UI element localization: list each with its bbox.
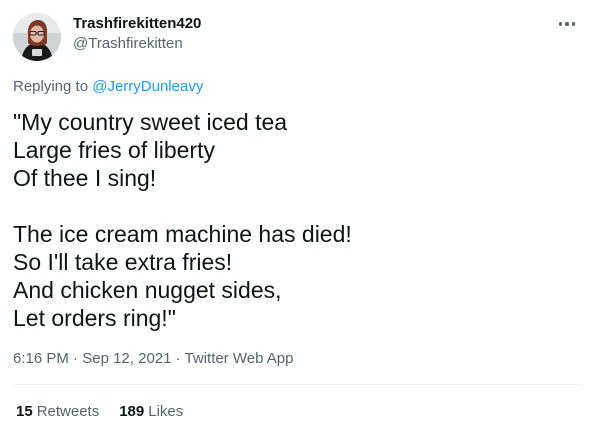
likes-label: Likes: [148, 403, 184, 420]
tweet-time[interactable]: 6:16 PM: [13, 350, 69, 367]
tweet-text-line: [13, 192, 573, 220]
avatar[interactable]: [13, 13, 61, 61]
tweet-text-line: Large fries of liberty: [13, 137, 215, 163]
dot: [571, 22, 576, 26]
tweet-meta: 6:16 PM · Sep 12, 2021 · Twitter Web App: [13, 349, 293, 369]
retweets-stat[interactable]: 15 Retweets: [16, 402, 99, 422]
tweet-source[interactable]: Twitter Web App: [185, 350, 294, 367]
tweet-text-line: And chicken nugget sides,: [13, 277, 282, 303]
dot: [565, 22, 569, 26]
display-name[interactable]: Trashfirekitten420: [73, 14, 201, 34]
likes-stat[interactable]: 189 Likes: [119, 402, 183, 422]
user-handle[interactable]: @Trashfirekitten: [73, 34, 201, 54]
tweet-text-line: The ice cream machine has died!: [13, 221, 352, 247]
tweet-text: "My country sweet iced tea Large fries o…: [13, 108, 573, 332]
dot: [558, 22, 563, 26]
tweet-text-line: Let orders ring!": [13, 305, 176, 331]
tweet-date[interactable]: Sep 12, 2021: [82, 350, 171, 367]
tweet-text-line: Of thee I sing!: [13, 165, 157, 191]
more-horizontal-icon[interactable]: [553, 14, 581, 34]
likes-count: 189: [119, 403, 145, 420]
meta-separator: ·: [68, 350, 83, 367]
tweet-stats: 15 Retweets 189 Likes: [16, 402, 203, 422]
meta-separator: ·: [171, 350, 185, 367]
avatar-image: [13, 13, 61, 61]
reply-mention-link[interactable]: @JerryDunleavy: [92, 78, 203, 95]
reply-prefix: Replying to: [13, 78, 93, 95]
retweets-count: 15: [16, 403, 33, 420]
tweet-text-line: So I'll take extra fries!: [13, 249, 233, 275]
tweet-author[interactable]: Trashfirekitten420 @Trashfirekitten: [73, 14, 201, 54]
tweet-text-line: "My country sweet iced tea: [13, 109, 288, 135]
tweet: Trashfirekitten420 @Trashfirekitten Repl…: [0, 0, 595, 438]
reply-context: Replying to @JerryDunleavy: [13, 77, 203, 97]
retweets-label: Retweets: [36, 403, 100, 420]
divider: [13, 384, 582, 385]
